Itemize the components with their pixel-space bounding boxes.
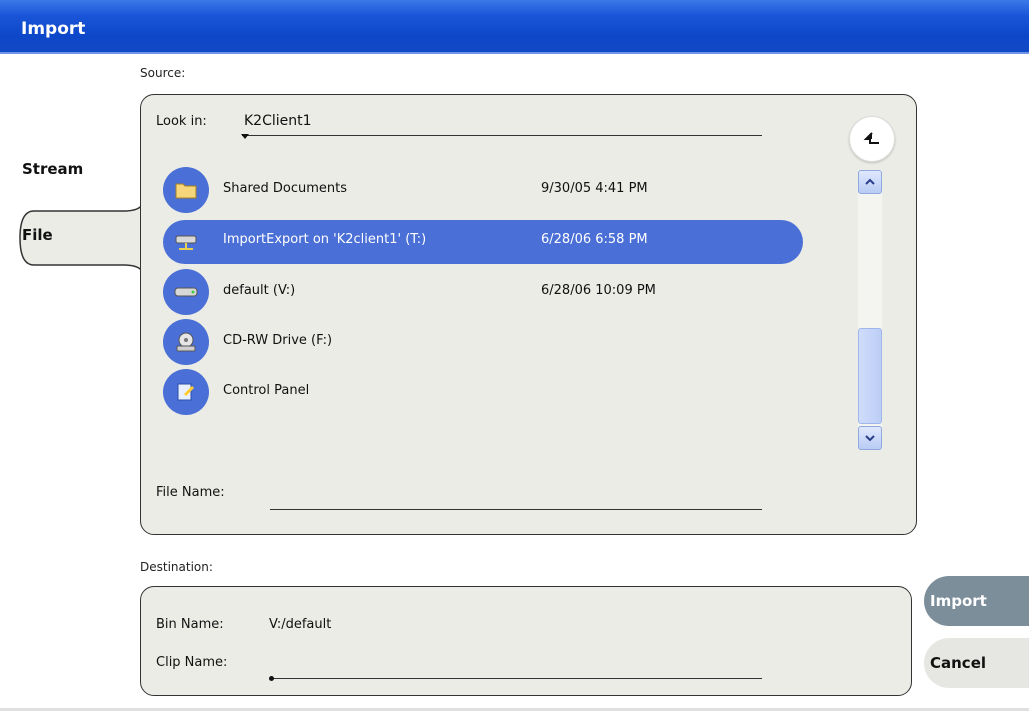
item-name: default (V:) [223, 283, 296, 298]
network-drive-icon [163, 218, 209, 264]
bin-name-label: Bin Name: [156, 617, 224, 632]
window-title: Import [21, 19, 86, 39]
item-name: CD-RW Drive (F:) [223, 333, 333, 348]
list-item[interactable]: Control Panel [163, 369, 803, 415]
file-name-input[interactable] [270, 509, 762, 510]
cd-drive-icon [163, 319, 209, 365]
source-panel: Look in: K2Client1 Shared Documents 9/30… [140, 94, 917, 535]
title-bar: Import [0, 0, 1029, 54]
look-in-label: Look in: [156, 114, 207, 129]
list-item[interactable]: CD-RW Drive (F:) [163, 319, 803, 365]
tab-file[interactable]: File [22, 226, 53, 244]
up-folder-button[interactable] [849, 116, 895, 162]
dropdown-arrow-icon[interactable] [241, 134, 249, 139]
scroll-up-button[interactable] [858, 170, 882, 194]
chevron-down-icon [865, 435, 875, 442]
scroll-down-button[interactable] [858, 426, 882, 450]
cursor-dot [269, 676, 274, 681]
tab-stream[interactable]: Stream [22, 160, 83, 178]
cancel-button[interactable]: Cancel [924, 638, 1029, 688]
item-date: 6/28/06 10:09 PM [541, 283, 656, 298]
clip-name-label: Clip Name: [156, 655, 228, 670]
source-label: Source: [140, 66, 186, 80]
destination-label: Destination: [140, 560, 213, 574]
item-name: ImportExport on 'K2client1' (T:) [223, 232, 427, 247]
item-date: 9/30/05 4:41 PM [541, 181, 648, 196]
bin-name-value: V:/default [269, 617, 332, 632]
scroll-thumb[interactable] [858, 328, 882, 424]
item-name: Shared Documents [223, 181, 348, 196]
file-name-label: File Name: [156, 485, 225, 500]
list-item[interactable]: default (V:) 6/28/06 10:09 PM [163, 269, 803, 315]
destination-panel: Bin Name: V:/default Clip Name: [140, 586, 912, 696]
list-item[interactable]: Shared Documents 9/30/05 4:41 PM [163, 167, 803, 213]
look-in-dropdown[interactable]: K2Client1 [244, 113, 312, 129]
up-arrow-icon [863, 132, 879, 144]
file-list-scrollbar[interactable] [858, 170, 882, 450]
import-button[interactable]: Import [924, 576, 1029, 626]
item-name: Control Panel [223, 383, 310, 398]
clip-name-input[interactable] [270, 678, 762, 679]
list-item-selected[interactable]: ImportExport on 'K2client1' (T:) 6/28/06… [163, 218, 803, 264]
folder-icon [163, 167, 209, 213]
control-panel-icon [163, 369, 209, 415]
item-date: 6/28/06 6:58 PM [541, 232, 648, 247]
drive-icon [163, 269, 209, 315]
chevron-up-icon [865, 178, 875, 185]
look-in-underline [242, 135, 762, 136]
